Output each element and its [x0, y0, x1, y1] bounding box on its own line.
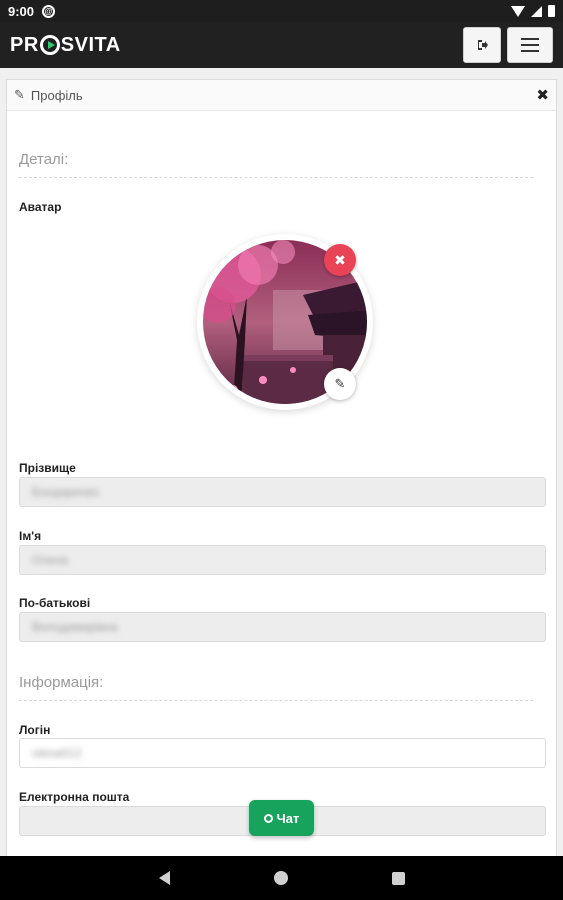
logo-text-start: PR: [10, 33, 39, 56]
name-field[interactable]: Олена: [19, 545, 546, 575]
close-icon: ✖: [334, 251, 346, 268]
info-divider: [19, 700, 533, 701]
status-bar: 9:00 @: [0, 0, 563, 22]
name-value: Олена: [32, 553, 69, 567]
panel-header: ✎ Профіль ✖: [7, 80, 556, 111]
status-icons: [511, 5, 555, 17]
avatar-edit-button[interactable]: ✎: [324, 368, 356, 400]
surname-value: Бондаренко: [32, 485, 99, 499]
close-icon[interactable]: ✖: [536, 86, 549, 104]
name-label: Ім'я: [19, 529, 42, 543]
logo-text-end: SVITA: [60, 33, 121, 56]
surname-field[interactable]: Бондаренко: [19, 477, 546, 507]
logout-button[interactable]: [463, 27, 501, 63]
chat-button[interactable]: Чат: [249, 800, 314, 836]
avatar-delete-button[interactable]: ✖: [324, 244, 356, 276]
avatar-label: Аватар: [19, 200, 62, 214]
login-label: Логін: [19, 723, 51, 737]
system-nav-bar: [0, 856, 563, 900]
details-section-title: Деталі:: [19, 151, 69, 168]
surname-label: Прізвище: [19, 461, 76, 475]
menu-button[interactable]: [507, 27, 553, 63]
email-label: Електронна пошта: [19, 790, 130, 804]
info-section-title: Інформація:: [19, 674, 104, 691]
logo-play-icon: [39, 35, 60, 55]
login-field[interactable]: olena012: [19, 738, 546, 768]
hamburger-menu-icon: [521, 38, 539, 52]
back-icon[interactable]: [158, 871, 170, 885]
prosvita-logo[interactable]: PR SVITA: [10, 34, 121, 57]
details-divider: [19, 177, 533, 178]
recent-apps-icon[interactable]: [391, 871, 405, 885]
app-header: PR SVITA: [0, 22, 563, 68]
panel-title: Профіль: [30, 87, 83, 103]
chat-label: Чат: [276, 810, 300, 826]
logout-icon: [478, 40, 488, 50]
header-buttons: [463, 27, 553, 63]
chat-icon: [263, 813, 273, 823]
battery-icon: [548, 5, 555, 17]
login-value: olena012: [32, 746, 82, 760]
home-icon[interactable]: [273, 871, 288, 885]
profile-panel: ✎ Профіль ✖ Деталі: Аватар ✖ ✎ Прізвище …: [6, 79, 557, 856]
wifi-icon: [511, 5, 525, 17]
patronymic-field[interactable]: Володимирівна: [19, 612, 546, 642]
signal-icon: [531, 5, 542, 17]
pencil-icon: ✎: [334, 376, 346, 391]
status-time: 9:00: [8, 3, 35, 19]
main-content: ✎ Профіль ✖ Деталі: Аватар ✖ ✎ Прізвище …: [0, 68, 563, 856]
edit-icon: ✎: [14, 87, 25, 102]
patronymic-value: Володимирівна: [32, 620, 118, 634]
app-notification-icon: @: [42, 4, 56, 18]
patronymic-label: По-батькові: [19, 596, 91, 610]
